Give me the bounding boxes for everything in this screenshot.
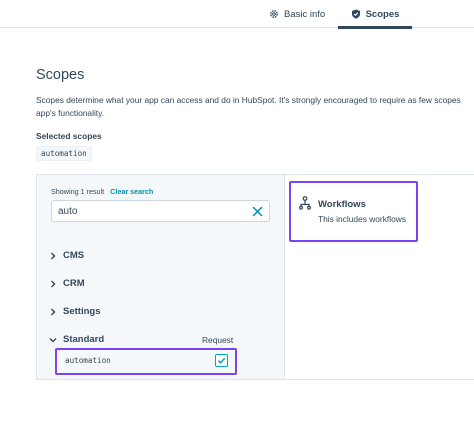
tab-scopes-label: Scopes bbox=[365, 8, 400, 20]
request-column-label: Request bbox=[202, 335, 234, 345]
category-cms[interactable]: CMS bbox=[49, 250, 84, 261]
search-results-info: Showing 1 result Clear search bbox=[51, 187, 153, 196]
category-label: CMS bbox=[63, 250, 85, 261]
results-count: Showing 1 result bbox=[51, 187, 105, 196]
description-line-1: Scopes determine what your app can acces… bbox=[36, 95, 461, 105]
tab-basic-info[interactable]: Basic info bbox=[269, 0, 325, 28]
scope-search-input[interactable]: auto bbox=[51, 200, 270, 222]
category-label: Settings bbox=[63, 306, 101, 317]
close-icon[interactable] bbox=[252, 206, 263, 217]
category-label: CRM bbox=[63, 278, 85, 289]
tab-basic-info-label: Basic info bbox=[284, 8, 326, 20]
tab-bar: Basic info Scopes bbox=[0, 0, 474, 29]
gear-icon bbox=[269, 9, 279, 19]
scope-finder-panel: Showing 1 result Clear search auto CMS C… bbox=[36, 174, 474, 380]
scope-detail-card: Workflows This includes workflows bbox=[289, 181, 418, 242]
page-title: Scopes bbox=[36, 67, 85, 83]
chevron-right-icon bbox=[49, 308, 57, 316]
scope-detail-subtitle: This includes workflows bbox=[318, 214, 406, 224]
chevron-down-icon bbox=[49, 336, 57, 344]
shield-icon bbox=[351, 9, 361, 19]
scope-item-automation[interactable]: automation bbox=[55, 348, 237, 375]
check-icon bbox=[217, 357, 226, 364]
workflow-icon bbox=[298, 196, 312, 210]
category-settings[interactable]: Settings bbox=[49, 306, 100, 317]
scope-detail-title: Workflows bbox=[318, 199, 366, 210]
tab-scopes[interactable]: Scopes bbox=[338, 0, 412, 29]
search-value: auto bbox=[58, 205, 78, 217]
scope-item-name: automation bbox=[65, 356, 111, 365]
selected-scope-chip: automation bbox=[36, 146, 92, 161]
clear-search-link[interactable]: Clear search bbox=[110, 187, 153, 196]
chevron-right-icon bbox=[49, 280, 57, 288]
scope-detail-pane: Workflows This includes workflows bbox=[285, 175, 474, 379]
selected-scopes-label: Selected scopes bbox=[36, 131, 102, 141]
scope-list-pane: Showing 1 result Clear search auto CMS C… bbox=[37, 175, 285, 379]
category-label: Standard bbox=[63, 334, 105, 345]
page-description: Scopes determine what your app can acces… bbox=[36, 94, 474, 120]
category-crm[interactable]: CRM bbox=[49, 278, 85, 289]
request-checkbox[interactable] bbox=[215, 354, 228, 367]
description-line-2: app's functionality. bbox=[36, 108, 105, 118]
chevron-right-icon bbox=[49, 252, 57, 260]
category-standard[interactable]: Standard bbox=[49, 334, 104, 345]
